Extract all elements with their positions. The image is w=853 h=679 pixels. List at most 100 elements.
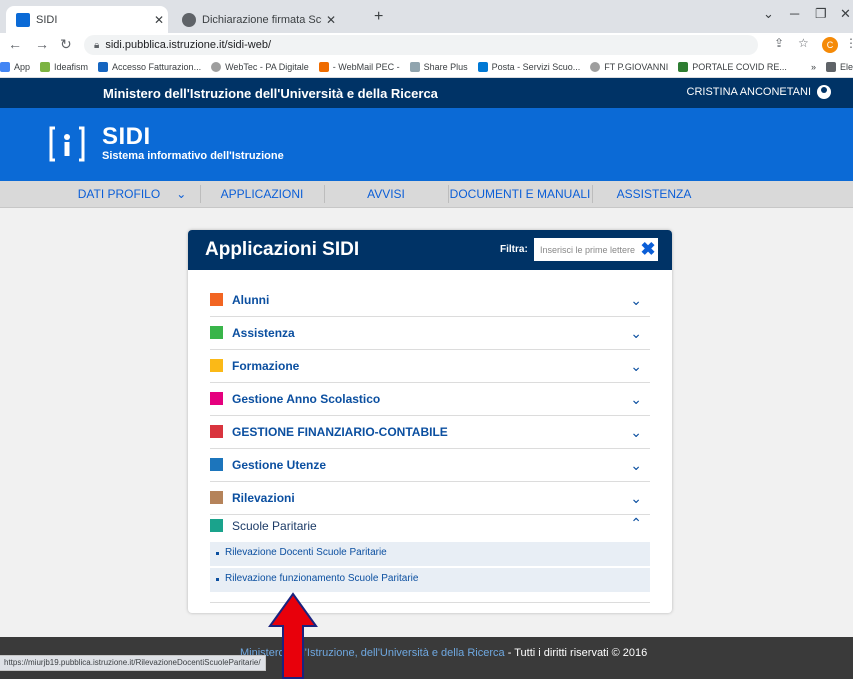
bookmark-label: FT P.GIOVANNI — [604, 62, 669, 72]
category-label: Gestione Anno Scolastico — [232, 392, 381, 406]
bookmark-item[interactable]: PORTALE COVID RE... — [678, 62, 787, 72]
category-color-swatch — [210, 458, 223, 471]
clear-filter-icon[interactable]: ✖ — [639, 240, 657, 258]
forward-icon[interactable]: → — [35, 36, 49, 52]
close-tab-icon[interactable]: ✕ — [150, 13, 168, 27]
panel-title: Applicazioni SIDI — [205, 239, 360, 260]
lock-icon: 🔒︎ — [94, 39, 100, 51]
chevron-down-icon: ⌄ — [630, 457, 642, 473]
menu-avvisi[interactable]: AVVISI — [324, 181, 448, 207]
sidi-logo-icon — [49, 126, 85, 162]
bookmark-item[interactable]: WebTec - PA Digitale — [211, 62, 309, 72]
reload-icon[interactable]: ↻ — [60, 36, 72, 53]
chevron-down-icon: ⌄ — [630, 325, 642, 341]
menu-assistenza[interactable]: ASSISTENZA — [592, 181, 716, 207]
browser-tab-bar: SIDI ✕ Dichiarazione firmata Scuola LC1 … — [0, 0, 853, 33]
bookmark-item[interactable]: Ideafism — [40, 62, 88, 72]
tab-title: SIDI — [36, 13, 58, 26]
tab-dichiarazione[interactable]: Dichiarazione firmata Scuola LC1 ✕ — [172, 6, 340, 33]
user-menu[interactable]: CRISTINA ANCONETANI — [687, 85, 831, 99]
chevron-down-icon: ⌄ — [630, 391, 642, 407]
menu-applicazioni[interactable]: APPLICAZIONI — [200, 181, 324, 207]
filter-label: Filtra: — [500, 244, 528, 255]
bookmark-label: Accesso Fatturazion... — [112, 62, 202, 72]
panel-header: Applicazioni SIDI Filtra: ✖ — [188, 230, 672, 270]
globe-icon — [211, 62, 222, 72]
share-icon[interactable]: ⇪ — [774, 36, 784, 50]
bookmark-icon — [678, 62, 689, 72]
bookmark-item[interactable]: Share Plus — [409, 62, 468, 72]
category-alunni[interactable]: Alunni ⌄ — [210, 284, 650, 317]
bookmark-icon — [409, 62, 420, 72]
site-header: SIDI Sistema informativo dell'Istruzione — [0, 108, 853, 181]
profile-avatar[interactable]: C — [822, 37, 838, 53]
subitem-link[interactable]: Rilevazione funzionamento Scuole Paritar… — [225, 573, 418, 584]
menu-dati-profilo[interactable]: DATI PROFILO ⌄ — [64, 181, 200, 207]
bookmark-label: PORTALE COVID RE... — [692, 62, 787, 72]
bookmark-item[interactable]: Accesso Fatturazion... — [98, 62, 201, 72]
close-window-icon[interactable]: ✕ — [840, 6, 851, 22]
bullet-icon — [216, 552, 219, 555]
applications-panel: Applicazioni SIDI Filtra: ✖ Alunni ⌄ Ass… — [188, 230, 672, 613]
bookmark-item[interactable]: Posta - Servizi Scuo... — [477, 62, 581, 72]
bookmark-label: - WebMail PEC - — [332, 62, 400, 72]
category-assistenza[interactable]: Assistenza ⌄ — [210, 317, 650, 350]
minimize-icon[interactable]: ─ — [790, 6, 799, 21]
address-bar[interactable]: 🔒︎ sidi.pubblica.istruzione.it/sidi-web/ — [84, 35, 758, 55]
back-icon[interactable]: ← — [8, 36, 22, 52]
restore-icon[interactable]: ❐ — [815, 6, 827, 22]
bookmark-item[interactable]: FT P.GIOVANNI — [590, 62, 668, 72]
bookmark-label: Posta - Servizi Scuo... — [491, 62, 581, 72]
chevron-down-icon: ⌄ — [176, 187, 187, 201]
category-label: Rilevazioni — [232, 491, 295, 505]
bookmark-item[interactable]: - WebMail PEC - — [318, 62, 400, 72]
category-gestione-anno-scolastico[interactable]: Gestione Anno Scolastico ⌄ — [210, 383, 650, 416]
category-gestione-finanziario-contabile[interactable]: GESTIONE FINANZIARIO-CONTABILE ⌄ — [210, 416, 650, 449]
menu-dots-icon[interactable]: ⋮ — [845, 36, 853, 50]
menu-label: DATI PROFILO — [77, 187, 161, 201]
category-color-swatch — [210, 425, 223, 438]
bookmark-icon — [318, 62, 329, 72]
category-formazione[interactable]: Formazione ⌄ — [210, 350, 650, 383]
category-label: Scuole Paritarie — [232, 519, 317, 533]
main-menu: DATI PROFILO ⌄ APPLICAZIONI AVVISI DOCUME… — [0, 181, 853, 208]
site-title: SIDI — [102, 123, 151, 150]
chevron-down-icon: ⌄ — [630, 358, 642, 374]
category-color-swatch — [210, 293, 223, 306]
user-name: CRISTINA ANCONETANI — [686, 86, 811, 98]
tab-sidi[interactable]: SIDI ✕ — [6, 6, 168, 33]
ministry-strip: Ministero dell'Istruzione dell'Universit… — [0, 78, 853, 108]
category-label: Formazione — [232, 359, 300, 373]
user-icon — [817, 85, 831, 99]
tab-search-icon[interactable]: ⌄ — [763, 6, 774, 22]
close-tab-icon[interactable]: ✕ — [322, 13, 340, 27]
more-bookmarks-icon[interactable]: » — [811, 62, 816, 72]
chevron-down-icon: ⌄ — [630, 292, 642, 308]
reading-list-icon — [825, 62, 836, 72]
ministry-name: Ministero dell'Istruzione dell'Universit… — [103, 86, 438, 101]
category-color-swatch — [210, 326, 223, 339]
subitem-link[interactable]: Rilevazione Docenti Scuole Paritarie — [225, 547, 387, 558]
tab-title: Dichiarazione firmata Scuola LC1 — [202, 13, 322, 26]
sidi-favicon-icon — [16, 12, 30, 27]
status-bar-url: https://miurjb19.pubblica.istruzione.it/… — [0, 655, 266, 671]
category-scuole-paritarie[interactable]: Scuole Paritarie ⌃ — [210, 510, 650, 542]
url-text: sidi.pubblica.istruzione.it/sidi-web/ — [105, 39, 272, 51]
bookmark-apps[interactable]: App — [0, 62, 30, 72]
category-gestione-utenze[interactable]: Gestione Utenze ⌄ — [210, 449, 650, 482]
bookmark-icon — [98, 62, 109, 72]
apps-grid-icon — [0, 62, 10, 72]
bookmark-star-icon[interactable]: ☆ — [798, 36, 809, 50]
bookmark-icon — [40, 62, 51, 72]
menu-documenti-manuali[interactable]: DOCUMENTI E MANUALI — [448, 181, 592, 207]
globe-icon — [182, 12, 196, 27]
new-tab-icon[interactable]: + — [374, 8, 383, 26]
globe-icon — [590, 62, 601, 72]
footer-copyright: - Tutti i diritti riservati © 2016 — [504, 647, 648, 659]
bookmarks-bar: App Ideafism Accesso Fatturazion... WebT… — [0, 57, 853, 78]
reading-list[interactable]: Elenco di lettura — [825, 62, 853, 72]
subitem-rilevazione-docenti[interactable]: Rilevazione Docenti Scuole Paritarie — [210, 542, 650, 566]
subitem-rilevazione-funzionamento[interactable]: Rilevazione funzionamento Scuole Paritar… — [210, 568, 650, 592]
chevron-up-icon: ⌃ — [630, 515, 642, 531]
category-label: Gestione Utenze — [232, 458, 327, 472]
